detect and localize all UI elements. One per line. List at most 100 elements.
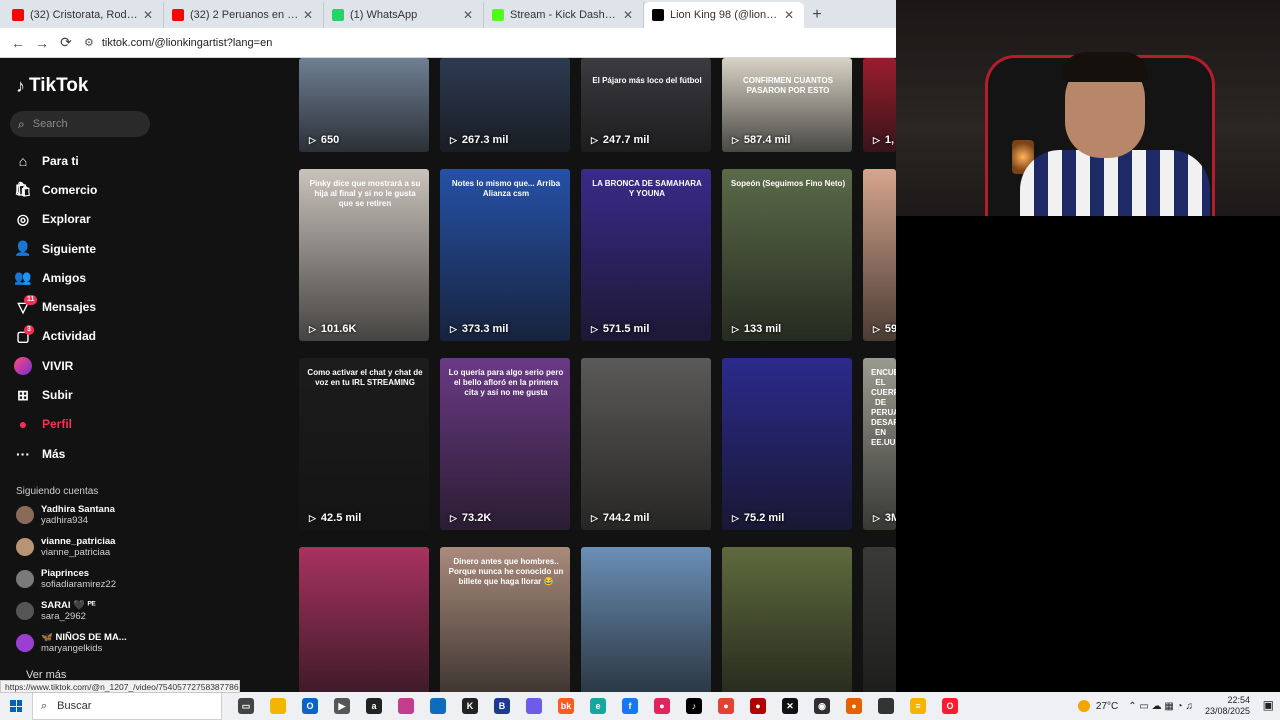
sidebar-item-label: Explorar	[42, 212, 91, 227]
sidebar-item-actividad[interactable]: ▢ 3 Actividad	[14, 322, 174, 351]
video-thumbnail[interactable]: Pinky dice que mostrará a su hija al fin…	[299, 169, 429, 341]
video-thumbnail[interactable]: Dinero antes que hombres.. Porque nunca …	[440, 547, 570, 692]
sidebar-item-mensajes[interactable]: ▽ 11 Mensajes	[14, 292, 174, 321]
recorder-icon[interactable]: ●	[646, 692, 678, 720]
video-thumbnail[interactable]	[863, 547, 896, 692]
video-caption: CONFIRMEN CUANTOS PASARON POR ESTO	[742, 76, 834, 95]
video-thumbnail[interactable]: Lo quería para algo serio pero el bello …	[440, 358, 570, 530]
chrome-icon[interactable]: ●	[710, 692, 742, 720]
video-thumbnail[interactable]: ▷ 5956	[863, 169, 896, 341]
following-account[interactable]: 🦋 NIÑOS DE MA... maryangelkids	[16, 632, 127, 654]
sidebar-item-siguiente[interactable]: 👤 Siguiente	[14, 234, 174, 263]
forward-button[interactable]: →	[30, 31, 54, 55]
video-thumbnail[interactable]: El Pájaro más loco del fútbol ▷ 247.7 mil	[581, 58, 711, 152]
account-text: vianne_patriciaa vianne_patriciaa	[41, 536, 115, 558]
following-account[interactable]: vianne_patriciaa vianne_patriciaa	[16, 536, 115, 558]
browser-tab[interactable]: (1) WhatsApp ✕	[324, 2, 484, 28]
amazon-icon[interactable]: a	[358, 692, 390, 720]
video-thumbnail[interactable]	[722, 547, 852, 692]
browser-tab[interactable]: (32) 2 Peruanos en Ruta oficial✕	[164, 2, 324, 28]
apple-app-icon[interactable]	[870, 692, 902, 720]
video-thumbnail[interactable]: Sopeón (Seguimos Fino Neto) ▷ 133 mil	[722, 169, 852, 341]
video-thumbnail[interactable]: ▷ 650	[299, 58, 429, 152]
media-player-icon[interactable]: ▶	[326, 692, 358, 720]
video-thumbnail[interactable]: ▷ 1,	[863, 58, 896, 152]
sidebar-item-label: Para ti	[42, 153, 79, 168]
file-explorer-icon[interactable]	[262, 692, 294, 720]
ticket-app-icon[interactable]: ≡	[902, 692, 934, 720]
sidebar-item-amigos[interactable]: 👥 Amigos	[14, 263, 174, 292]
new-tab-button[interactable]: +	[804, 2, 830, 28]
close-tab-icon[interactable]: ✕	[782, 8, 796, 22]
site-info-icon[interactable]: ⚙	[84, 36, 94, 49]
start-button[interactable]	[0, 692, 32, 720]
close-tab-icon[interactable]: ✕	[621, 8, 635, 22]
recorder-icon-glyph: ●	[654, 698, 670, 714]
reload-button[interactable]: ⟳	[54, 31, 78, 55]
following-account[interactable]: SARAI 🖤 ᴾᴱ sara_2962	[16, 600, 96, 622]
taskbar-search[interactable]: ⌕ Buscar	[32, 692, 222, 720]
facebook-icon[interactable]: f	[614, 692, 646, 720]
task-view-icon[interactable]: ▭	[230, 692, 262, 720]
video-thumbnail[interactable]: ▷ 744.2 mil	[581, 358, 711, 530]
sidebar-item-label: Mensajes	[42, 300, 97, 315]
shop-icon: 🛍	[14, 181, 32, 198]
edge-icon[interactable]: e	[582, 692, 614, 720]
windows-logo-icon	[10, 700, 22, 712]
clock[interactable]: 22:54 23/08/2025	[1205, 695, 1250, 717]
following-account[interactable]: Yadhira Santana yadhira934	[16, 504, 115, 526]
photos-icon[interactable]	[390, 692, 422, 720]
address-bar[interactable]: ⚙ tiktok.com/@lionkingartist?lang=en	[84, 36, 272, 50]
sidebar-item-explorar[interactable]: ◎ Explorar	[14, 205, 174, 234]
outlook-icon[interactable]: O	[294, 692, 326, 720]
video-thumbnail[interactable]: ▷ 75.2 mil	[722, 358, 852, 530]
close-tab-icon[interactable]: ✕	[141, 8, 155, 22]
video-thumbnail[interactable]: ▷ 267.3 mil	[440, 58, 570, 152]
search-input[interactable]: ⌕ Search	[10, 111, 150, 137]
video-thumbnail[interactable]: Como activar el chat y chat de voz en tu…	[299, 358, 429, 530]
sidebar-item-para-ti[interactable]: ⌂ Para ti	[14, 146, 174, 175]
browser-tab[interactable]: Lion King 98 (@lionkingartist) |✕	[644, 2, 804, 28]
video-thumbnail[interactable]	[299, 547, 429, 692]
browser-tab[interactable]: Stream - Kick Dashboard ✕	[484, 2, 644, 28]
tiktok-app-icon[interactable]: ♪	[678, 692, 710, 720]
video-caption: ENCUENTRAN EL CUERPO DE PERUANA DESAPARE…	[871, 368, 896, 447]
following-account[interactable]: Piaprinces sofiadiaramirez22	[16, 568, 116, 590]
copilot-icon[interactable]	[518, 692, 550, 720]
kick-app-icon[interactable]: K	[454, 692, 486, 720]
video-thumbnail[interactable]: Notes lo mismo que... Arriba Alianza csm…	[440, 169, 570, 341]
tray-icons[interactable]: ⌃ ▭ ☁ ▦ ◔ ♫	[1128, 701, 1193, 712]
bk-app-icon[interactable]: bk	[550, 692, 582, 720]
store-icon[interactable]	[422, 692, 454, 720]
video-thumbnail[interactable]: CONFIRMEN CUANTOS PASARON POR ESTO ▷ 587.4…	[722, 58, 852, 152]
firefox-icon-glyph: ●	[846, 698, 862, 714]
video-thumbnail[interactable]: LA BRONCA DE SAMAHARA Y YOUNA ▷ 571.5 mil	[581, 169, 711, 341]
firefox-icon[interactable]: ●	[838, 692, 870, 720]
upload-icon: ⊞	[17, 386, 29, 403]
b-app-icon[interactable]: B	[486, 692, 518, 720]
tiktok-logo[interactable]: ♪ TikTok	[16, 75, 88, 97]
sidebar-item-vivir[interactable]: VIVIR	[14, 351, 174, 380]
red-app-icon[interactable]: ●	[742, 692, 774, 720]
view-count: ▷ 42.5 mil	[309, 512, 361, 524]
sidebar-item-subir[interactable]: ⊞ Subir	[14, 380, 174, 409]
view-count: ▷ 587.4 mil	[732, 134, 790, 146]
sidebar-item-perfil[interactable]: ● Perfil	[14, 410, 174, 439]
avatar	[16, 570, 34, 588]
close-tab-icon[interactable]: ✕	[461, 8, 475, 22]
opera-icon[interactable]: O	[934, 692, 966, 720]
live-icon	[14, 356, 32, 375]
back-button[interactable]: ←	[6, 31, 30, 55]
avatar	[16, 538, 34, 556]
notification-icon[interactable]: ▣	[1263, 698, 1274, 712]
close-tab-icon[interactable]: ✕	[301, 8, 315, 22]
sidebar-item-comercio[interactable]: 🛍 Comercio	[14, 175, 174, 204]
sidebar-item-más[interactable]: ··· Más	[14, 439, 174, 468]
video-thumbnail[interactable]	[581, 547, 711, 692]
browser-tab[interactable]: (32) Cristorata, Rodrigo Puente✕	[4, 2, 164, 28]
capcut-icon[interactable]: ✕	[774, 692, 806, 720]
video-thumbnail[interactable]: ENCUENTRAN EL CUERPO DE PERUANA DESAPARE…	[863, 358, 896, 530]
obs-icon[interactable]: ◉	[806, 692, 838, 720]
sidebar-nav: ⌂ Para ti 🛍 Comercio ◎ Explorar 👤 Siguiente 👥 Ami…	[14, 146, 174, 468]
notification-badge: 3	[24, 324, 34, 335]
